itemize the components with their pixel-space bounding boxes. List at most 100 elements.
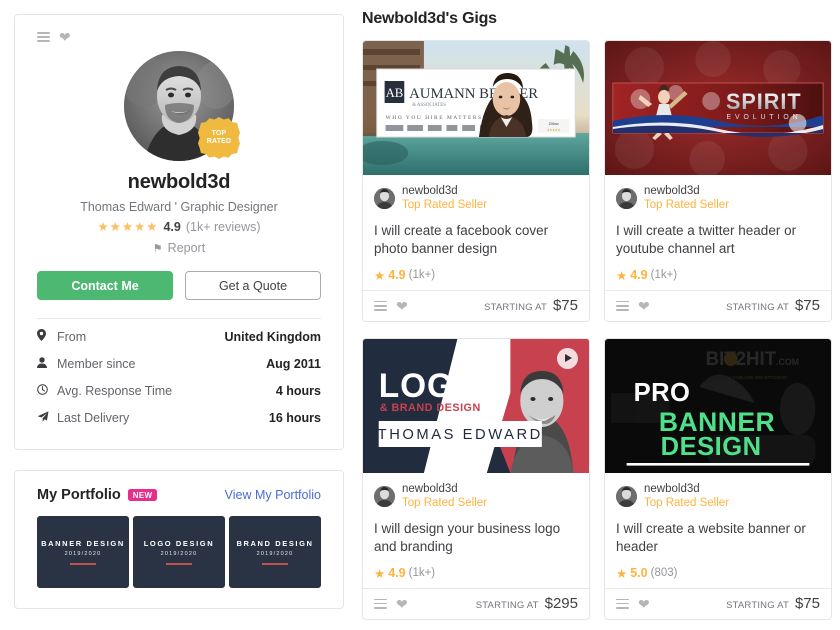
- star-icon: ★: [374, 566, 386, 581]
- gigs-section: Newbold3d's Gigs AB AUMANN BENDER & ASSO…: [344, 0, 840, 630]
- heart-icon[interactable]: ❤: [59, 30, 71, 44]
- stat-label: Member since: [57, 356, 136, 371]
- seller-name: newbold3d: [644, 482, 700, 495]
- gig-price: $295: [544, 595, 578, 612]
- logo-brand-design-thumbnail[interactable]: LOGO & BRAND DESIGN THOMAS EDWARD: [363, 338, 589, 473]
- gig-review-count: (1k+): [408, 567, 436, 579]
- gig-review-count: (1k+): [650, 269, 678, 282]
- seller-profile-card: ❤ TOP RATED newbold3d Thomas Edward ' Gr…: [14, 14, 344, 450]
- rating-value: 4.9: [163, 219, 181, 234]
- avatar-container: TOP RATED: [124, 51, 240, 161]
- stat-label: Avg. Response Time: [57, 383, 173, 398]
- gig-body: newbold3d Top Rated Seller I will create…: [605, 175, 831, 290]
- review-count: (1k+ reviews): [185, 219, 261, 234]
- hamburger-menu-icon[interactable]: [616, 300, 629, 311]
- play-button-icon[interactable]: [557, 347, 578, 369]
- starting-at-label: STARTING AT: [726, 302, 789, 314]
- gig-rating-value: 4.9: [388, 268, 406, 283]
- heart-icon[interactable]: ❤: [638, 299, 650, 313]
- gig-seller[interactable]: newbold3d Top Rated Seller: [616, 482, 820, 511]
- hamburger-menu-icon[interactable]: [37, 32, 50, 42]
- portfolio-item[interactable]: BRAND DESIGN 2019/2020: [229, 516, 321, 588]
- send-icon: [37, 410, 57, 425]
- spirit-evolution-twitter-header-thumbnail[interactable]: SPIRIT EVOLUTION: [605, 41, 831, 175]
- gig-card[interactable]: BIT2HIT.COM FLIP A COIN AND WIN BITCOINS…: [604, 337, 832, 620]
- stat-label: Last Delivery: [57, 410, 130, 425]
- star-rating-icon: ★★★★★: [97, 220, 159, 234]
- portfolio-thumbnails: BANNER DESIGN 2019/2020 LOGO DESIGN 2019…: [37, 516, 321, 588]
- gig-footer: ❤ STARTING AT $75: [605, 587, 831, 619]
- portfolio-header: My Portfolio NEW View My Portfolio: [37, 487, 321, 503]
- svg-text:Zillow: Zillow: [549, 121, 559, 126]
- seller-level: Top Rated Seller: [402, 199, 488, 212]
- card-actions: ❤: [37, 25, 321, 49]
- gig-title[interactable]: I will create a twitter header or youtub…: [616, 222, 820, 259]
- gigs-grid: AB AUMANN BENDER & ASSOCIATES WHO YOU HI…: [362, 40, 832, 620]
- profile-page: ❤ TOP RATED newbold3d Thomas Edward ' Gr…: [0, 0, 840, 630]
- svg-text:WHO YOU HIRE MATTERS!: WHO YOU HIRE MATTERS!: [386, 115, 486, 121]
- location-pin-icon: [37, 329, 57, 344]
- stat-value: 4 hours: [275, 383, 321, 398]
- portfolio-card: My Portfolio NEW View My Portfolio BANNE…: [14, 470, 344, 609]
- seller-avatar: [616, 187, 637, 209]
- heart-icon[interactable]: ❤: [396, 299, 408, 313]
- portfolio-item[interactable]: LOGO DESIGN 2019/2020: [133, 516, 225, 588]
- gig-card[interactable]: SPIRIT EVOLUTION newbold3d Top Rated Sel…: [604, 40, 832, 322]
- gig-card[interactable]: LOGO & BRAND DESIGN THOMAS EDWARD newbol…: [362, 337, 590, 620]
- flag-icon: ⚑: [152, 242, 163, 255]
- portfolio-item-years: 2019/2020: [160, 551, 198, 558]
- seller-name: newbold3d: [402, 185, 458, 197]
- new-badge: NEW: [127, 488, 158, 502]
- seller-avatar: [374, 485, 395, 507]
- clock-icon: [37, 383, 57, 398]
- gig-card[interactable]: AB AUMANN BENDER & ASSOCIATES WHO YOU HI…: [362, 40, 590, 322]
- get-a-quote-button[interactable]: Get a Quote: [185, 271, 321, 300]
- gig-seller[interactable]: newbold3d Top Rated Seller: [616, 184, 820, 213]
- seller-avatar: [374, 187, 395, 209]
- svg-text:SPIRIT: SPIRIT: [726, 89, 802, 114]
- hamburger-menu-icon[interactable]: [616, 598, 629, 609]
- gig-footer-actions: ❤: [616, 299, 650, 313]
- star-icon: ★: [616, 566, 628, 581]
- svg-text:PRO: PRO: [634, 379, 691, 407]
- pro-banner-design-thumbnail[interactable]: BIT2HIT.COM FLIP A COIN AND WIN BITCOINS…: [605, 338, 831, 473]
- seller-level: Top Rated Seller: [402, 497, 488, 510]
- gig-title[interactable]: I will design your business logo and bra…: [374, 520, 578, 557]
- star-icon: ★: [616, 268, 628, 283]
- seller-name: newbold3d: [402, 482, 458, 495]
- gig-price: $75: [794, 595, 820, 612]
- gig-title[interactable]: I will create a facebook cover photo ban…: [374, 222, 578, 259]
- gig-body: newbold3d Top Rated Seller I will design…: [363, 473, 589, 588]
- view-my-portfolio-link[interactable]: View My Portfolio: [225, 488, 321, 502]
- gig-rating: ★ 4.9 (1k+): [374, 268, 578, 283]
- accent-rule: [166, 563, 192, 565]
- gigs-heading: Newbold3d's Gigs: [362, 10, 497, 27]
- gig-title[interactable]: I will create a website banner or header: [616, 520, 820, 557]
- gig-rating-value: 4.9: [630, 268, 648, 283]
- user-icon: [37, 356, 57, 371]
- stat-value: United Kingdom: [224, 329, 321, 344]
- gig-price: $75: [794, 297, 820, 315]
- contact-me-button[interactable]: Contact Me: [37, 271, 173, 300]
- portfolio-item-title: LOGO DESIGN: [143, 539, 215, 549]
- gig-footer-actions: ❤: [616, 597, 650, 611]
- star-icon: ★: [374, 268, 386, 283]
- seller-level: Top Rated Seller: [644, 199, 730, 212]
- gig-seller[interactable]: newbold3d Top Rated Seller: [374, 482, 578, 511]
- hamburger-menu-icon[interactable]: [374, 598, 387, 609]
- gig-rating-value: 4.9: [388, 566, 406, 580]
- heart-icon[interactable]: ❤: [396, 597, 408, 611]
- gig-rating: ★ 5.0 (803): [616, 566, 820, 581]
- seller-username: newbold3d: [127, 171, 231, 193]
- portfolio-item[interactable]: BANNER DESIGN 2019/2020: [37, 516, 129, 588]
- facebook-cover-banner-thumbnail[interactable]: AB AUMANN BENDER & ASSOCIATES WHO YOU HI…: [363, 41, 589, 175]
- seller-meta: newbold3d Top Rated Seller: [402, 482, 487, 511]
- hamburger-menu-icon[interactable]: [374, 300, 387, 311]
- stat-label: From: [57, 329, 87, 344]
- heart-icon[interactable]: ❤: [638, 597, 650, 611]
- profile-action-buttons: Contact Me Get a Quote: [37, 271, 321, 300]
- seller-rating: ★★★★★ 4.9 (1k+ reviews): [37, 219, 321, 235]
- report-link[interactable]: ⚑ Report: [37, 241, 321, 255]
- gig-seller[interactable]: newbold3d Top Rated Seller: [374, 184, 578, 213]
- svg-text:DESIGN: DESIGN: [661, 433, 762, 461]
